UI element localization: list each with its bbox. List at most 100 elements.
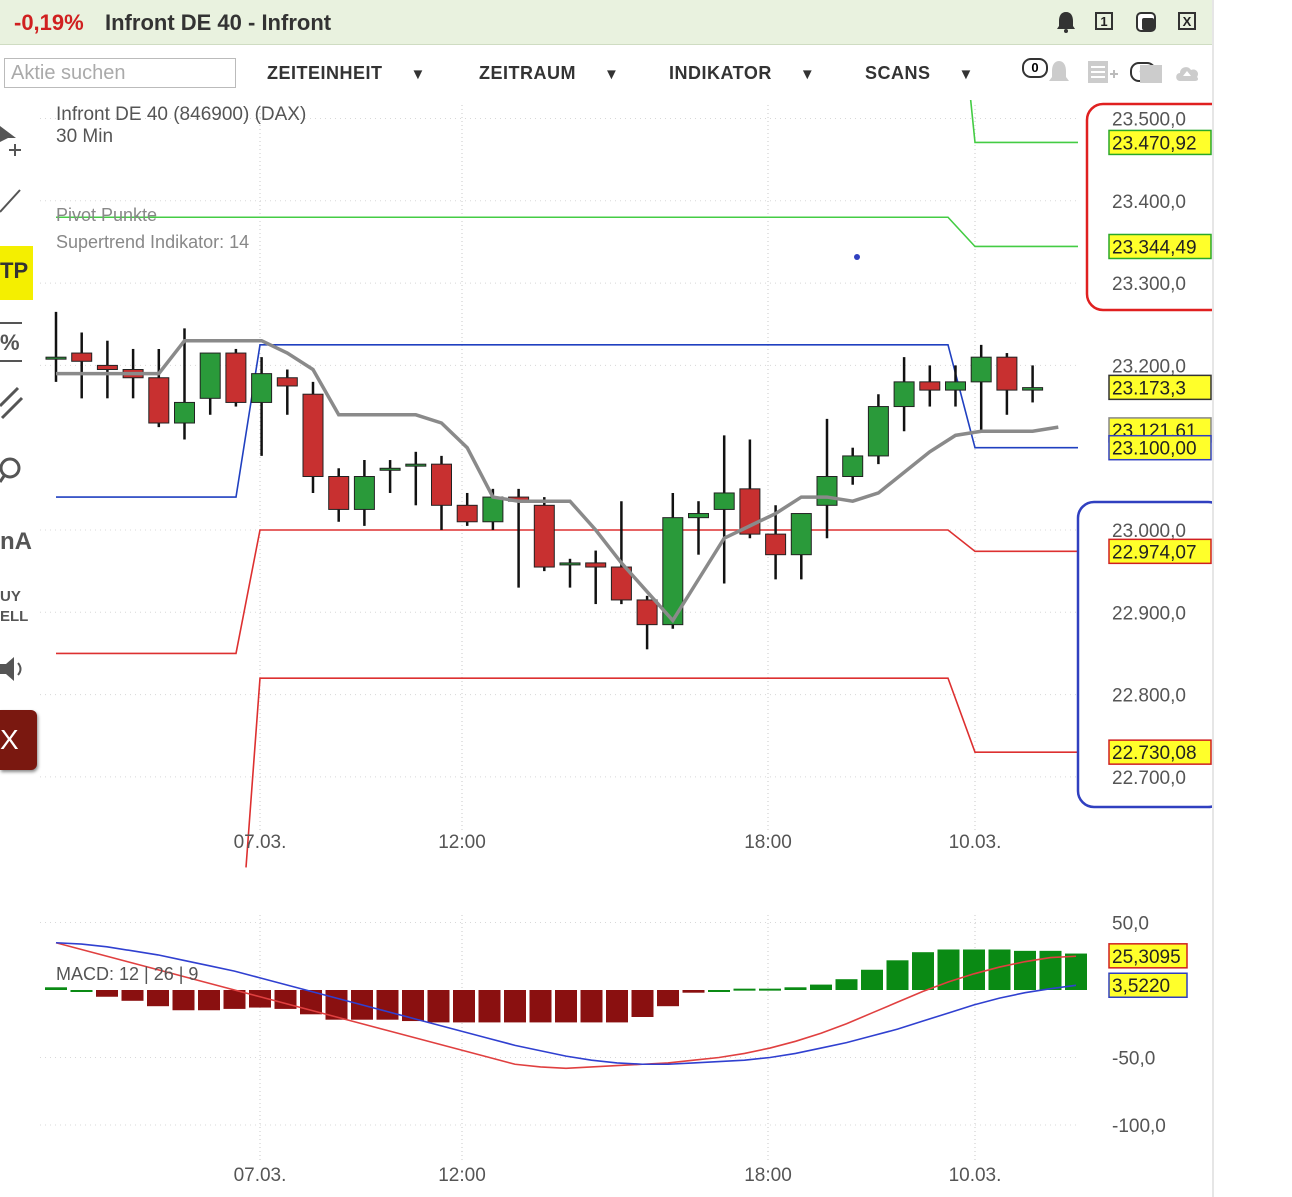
price-tag-label: 22.974,07 <box>1112 542 1197 563</box>
alert-bell-icon[interactable] <box>1046 57 1072 87</box>
candle-body <box>790 513 812 556</box>
macd-axis-label: -100,0 <box>1112 1116 1166 1137</box>
candle-body <box>405 463 427 467</box>
candle-body <box>456 504 478 523</box>
candle-body <box>1022 387 1044 391</box>
candle-body <box>765 533 787 556</box>
candle-body <box>585 562 607 568</box>
macd-histogram-bar <box>45 987 67 990</box>
candle-body <box>276 377 298 387</box>
price-axis-label: 22.900,0 <box>1112 603 1186 624</box>
instrument-label: Infront DE 40 (846900) (DAX) <box>56 104 307 125</box>
price-axis-label: 22.700,0 <box>1112 768 1186 789</box>
price-change: -0,19% <box>14 10 84 35</box>
candle-body <box>174 401 195 424</box>
chevron-down-icon: ▼ <box>799 66 816 83</box>
macd-histogram-bar <box>784 987 807 990</box>
macd-tag-label: 25,3095 <box>1112 947 1181 968</box>
cloud-icon[interactable] <box>1172 57 1202 87</box>
macd-histogram-bar <box>529 990 552 1023</box>
candle-body <box>970 356 992 383</box>
macd-time-label: 07.03. <box>234 1165 287 1186</box>
macd-histogram-bar <box>147 990 169 1007</box>
macd-histogram-bar <box>810 984 832 990</box>
chevron-down-icon: ▼ <box>604 66 620 83</box>
macd-histogram-bar <box>96 990 118 997</box>
price-chart[interactable]: 23.500,023.400,023.300,023.200,023.000,0… <box>0 100 1212 870</box>
time-axis-label: 12:00 <box>438 832 486 853</box>
chevron-down-icon: ▼ <box>958 66 974 83</box>
macd-tag-label: 3,5220 <box>1112 976 1170 997</box>
alarm-bell-icon[interactable] <box>1055 10 1077 34</box>
macd-time-label: 10.03. <box>949 1165 1002 1186</box>
macd-histogram-bar <box>376 990 399 1020</box>
macd-histogram-bar <box>759 988 781 991</box>
candle-body <box>148 377 170 424</box>
macd-histogram-bar <box>606 990 628 1023</box>
macd-histogram-bar <box>708 990 730 992</box>
macd-axis-label: -50,0 <box>1112 1049 1155 1070</box>
folder-icon[interactable] <box>1138 57 1164 87</box>
scrollbar[interactable] <box>1212 0 1214 1197</box>
macd-histogram-bar <box>555 990 577 1023</box>
macd-histogram-bar <box>733 988 756 991</box>
interval-label: 30 Min <box>56 126 114 147</box>
price-axis-label: 23.200,0 <box>1112 356 1186 377</box>
candle-body <box>559 562 581 566</box>
macd-histogram-bar <box>504 990 526 1023</box>
price-axis-label: 23.400,0 <box>1112 192 1186 213</box>
candle-body <box>302 393 324 478</box>
window-titlebar: -0,19% Infront DE 40 - Infront 1 X <box>0 0 1212 45</box>
menu-label: ZEITRAUM <box>479 63 576 83</box>
macd-histogram-bar <box>478 990 501 1023</box>
macd-histogram-bar <box>963 949 985 990</box>
candle-body <box>482 496 504 523</box>
chevron-down-icon: ▼ <box>410 66 426 83</box>
menu-label: INDIKATOR <box>669 63 772 83</box>
price-tag-label: 23.173,3 <box>1112 378 1186 399</box>
macd-histogram-bar <box>453 990 475 1023</box>
menu-label: ZEITEINHEIT <box>267 63 383 83</box>
price-axis-label: 22.800,0 <box>1112 686 1186 707</box>
candle-body <box>379 467 401 471</box>
menu-scans[interactable]: SCANS ▼ <box>865 63 974 84</box>
macd-histogram-bar <box>835 979 858 990</box>
pivot-s1-line <box>56 529 1078 655</box>
price-tag-label: 23.344,49 <box>1112 237 1197 258</box>
time-axis-label: 10.03. <box>949 832 1002 853</box>
price-axis-label: 23.300,0 <box>1112 274 1186 295</box>
macd-time-label: 12:00 <box>438 1165 486 1186</box>
menu-label: SCANS <box>865 63 931 83</box>
candle-body <box>251 373 273 403</box>
window-restore-icon[interactable] <box>1136 12 1156 32</box>
macd-chart[interactable]: 50,0 -50,0 -100,0 25,3095 3,5220 07.03. 12:0… <box>0 890 1212 1197</box>
search-input[interactable] <box>4 58 236 88</box>
pivot-indicator-label: Pivot Punkte <box>56 205 158 225</box>
pivot-r3-line <box>969 100 1078 144</box>
add-watchlist-icon[interactable] <box>1086 57 1120 87</box>
macd-histogram-bar <box>912 952 934 990</box>
macd-histogram-bar <box>172 990 195 1011</box>
candle-body <box>353 476 375 510</box>
window-close-button[interactable]: X <box>1178 12 1196 30</box>
toolbar: ZEITEINHEIT ▼ ZEITRAUM ▼ INDIKATOR ▼ SCANS ▼… <box>0 45 1212 101</box>
candle-body <box>867 406 889 457</box>
menu-indikator[interactable]: INDIKATOR ▼ <box>669 63 815 84</box>
candle-body <box>328 476 350 510</box>
macd-histogram-bar <box>657 990 679 1007</box>
macd-histogram-bar <box>886 960 909 990</box>
window-1-button[interactable]: 1 <box>1095 12 1113 30</box>
menu-zeiteinheit[interactable]: ZEITEINHEIT ▼ <box>267 63 426 84</box>
candle-body <box>636 599 658 626</box>
menu-zeitraum[interactable]: ZEITRAUM ▼ <box>479 63 619 84</box>
candle-body <box>533 504 555 568</box>
candle-body <box>431 463 452 506</box>
marker-dot <box>854 254 860 260</box>
price-tag-label: 22.730,08 <box>1112 743 1197 764</box>
macd-histogram-bar <box>121 990 144 1001</box>
macd-histogram-bar <box>682 990 705 993</box>
candle-body <box>71 352 93 362</box>
macd-histogram-bar <box>631 990 654 1017</box>
window-title: Infront DE 40 - Infront <box>105 10 332 35</box>
candle-body <box>45 356 67 360</box>
